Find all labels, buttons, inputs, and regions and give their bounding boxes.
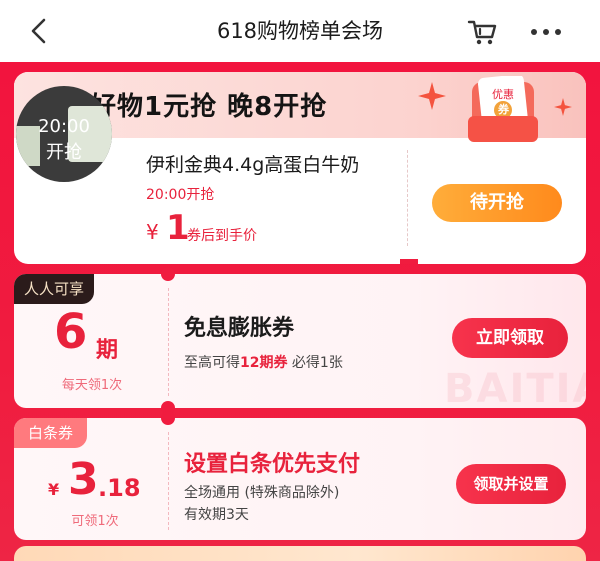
card-notch bbox=[400, 259, 418, 264]
coupon-amount: 3 bbox=[68, 454, 99, 505]
coupon-cutout bbox=[161, 267, 175, 281]
cart-button[interactable] bbox=[466, 16, 498, 48]
more-options-button[interactable] bbox=[528, 16, 564, 48]
page-title: 618购物榜单会场 bbox=[216, 19, 384, 43]
price-currency: ¥ bbox=[146, 220, 159, 244]
coupon-tag: 人人可享 bbox=[14, 274, 95, 304]
claim-and-set-button[interactable]: 领取并设置 bbox=[456, 464, 566, 504]
coupon-art-subtext: 券 bbox=[498, 103, 509, 116]
interest-free-coupon-card: 人人可享 BAITIAO 6 期 每天领1次 免息膨胀券 至高可得12期券 必得… bbox=[14, 274, 586, 408]
desc-suffix: 必得1张 bbox=[287, 355, 343, 371]
price-note: 券后到手价 bbox=[187, 228, 257, 244]
coupon-limit: 每天领1次 bbox=[61, 378, 123, 393]
product-name[interactable]: 伊利金典4.4g高蛋白牛奶 bbox=[146, 150, 359, 177]
top-nav-bar: 618购物榜单会场 bbox=[0, 0, 600, 62]
desc-highlight: 12期券 bbox=[240, 355, 288, 371]
back-button[interactable] bbox=[22, 14, 56, 48]
coupon-title: 免息膨胀券 bbox=[184, 316, 295, 341]
coupon-unit: 期 bbox=[96, 338, 119, 363]
next-card-peek bbox=[14, 546, 586, 561]
coupon-validity: 有效期3天 bbox=[184, 507, 249, 523]
coupon-tag: 白条券 bbox=[14, 418, 88, 448]
shopping-cart-icon bbox=[467, 20, 497, 45]
desc-prefix: 至高可得 bbox=[184, 355, 240, 371]
coupon-art-text: 优惠 bbox=[492, 88, 514, 101]
product-image[interactable]: 20:00 开抢 bbox=[16, 86, 112, 182]
product-image-time: 20:00 bbox=[38, 116, 90, 137]
coupon-amount: 6 bbox=[54, 304, 88, 360]
baitiao-coupon-card: 白条券 ¥ 3 .18 可领1次 设置白条优先支付 全场通用 (特殊商品除外) … bbox=[14, 418, 586, 540]
divider bbox=[168, 288, 169, 396]
product-image-caption: 开抢 bbox=[46, 142, 82, 163]
chevron-left-icon bbox=[31, 18, 46, 44]
coupon-description: 至高可得12期券 必得1张 bbox=[184, 352, 343, 372]
divider bbox=[407, 150, 408, 246]
coupon-scope: 全场通用 (特殊商品除外) bbox=[184, 485, 340, 501]
more-dots-icon bbox=[531, 29, 561, 35]
coupon-title: 设置白条优先支付 bbox=[184, 452, 361, 477]
coupon-cutout bbox=[161, 411, 175, 425]
watermark-text: BAITIAO bbox=[444, 366, 586, 408]
divider bbox=[168, 432, 169, 530]
sparkle-icon bbox=[418, 82, 446, 110]
coupon-limit: 可领1次 bbox=[71, 514, 119, 529]
coupon-currency: ¥ bbox=[48, 480, 60, 499]
claim-now-button[interactable]: 立即领取 bbox=[452, 318, 568, 358]
coupon-amount-decimal: .18 bbox=[98, 474, 141, 502]
wait-for-sale-button[interactable]: 待开抢 bbox=[432, 184, 562, 222]
product-start-time: 20:00开抢 bbox=[146, 187, 215, 203]
sparkle-icon bbox=[554, 98, 572, 116]
